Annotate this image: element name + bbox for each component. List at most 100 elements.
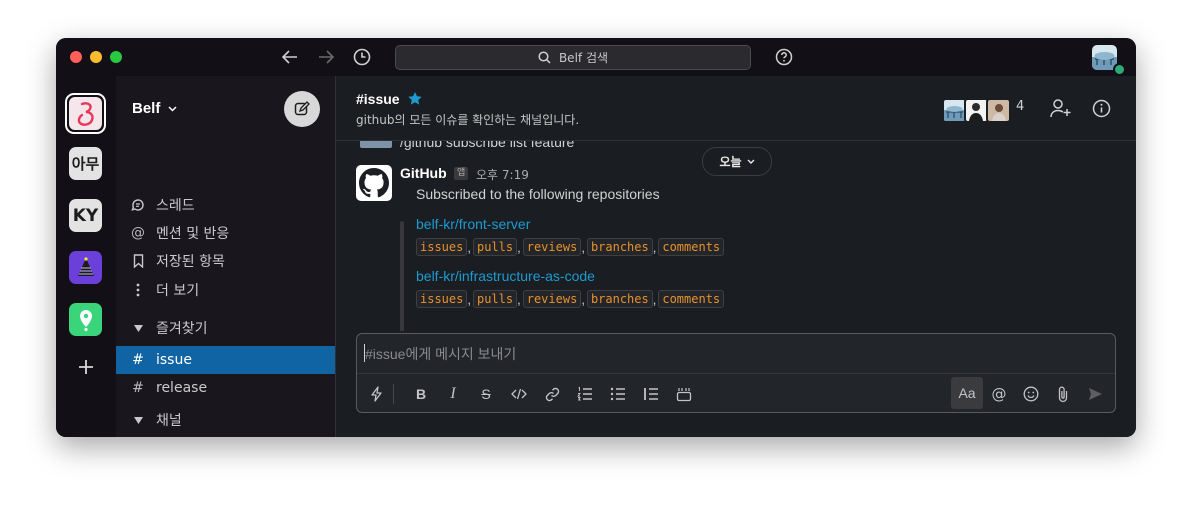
sidebar-channel-label: release xyxy=(156,380,208,396)
formatting-label: Aa xyxy=(958,385,976,401)
code-block-icon xyxy=(676,387,692,401)
workspace-map[interactable] xyxy=(69,303,102,336)
blockquote-icon xyxy=(644,388,658,400)
forward-button[interactable] xyxy=(315,46,337,68)
link-button[interactable] xyxy=(539,381,565,407)
add-workspace-button[interactable] xyxy=(74,355,98,379)
channels-section-header[interactable]: 채널 xyxy=(116,406,335,434)
workspace-amu[interactable]: 아무 xyxy=(69,147,102,180)
arrow-left-icon xyxy=(282,50,297,64)
workspace-name-button[interactable]: Belf xyxy=(132,100,177,117)
workspace-tree[interactable] xyxy=(69,251,102,284)
sidebar-item-threads[interactable]: 스레드 xyxy=(116,191,335,219)
help-button[interactable] xyxy=(773,46,795,68)
sidebar-item-mentions[interactable]: @ 멘션 및 반응 xyxy=(116,219,335,247)
workspace-ky-label: KY xyxy=(72,205,99,226)
sidebar-channel-label: issue xyxy=(156,352,192,368)
back-button[interactable] xyxy=(279,46,301,68)
formatting-toggle-button[interactable]: Aa xyxy=(951,377,983,409)
feature-tag: pulls xyxy=(472,290,518,308)
message-input[interactable]: #issue에게 메시지 보내기 xyxy=(365,344,516,364)
star-icon[interactable] xyxy=(408,92,423,105)
favorites-header-label: 즐겨찾기 xyxy=(156,321,208,337)
send-button[interactable] xyxy=(1082,381,1108,407)
chevron-down-icon xyxy=(747,159,755,164)
previous-message-avatar xyxy=(360,141,392,148)
favorites-section-header[interactable]: 즐겨찾기 xyxy=(116,314,335,342)
github-avatar[interactable] xyxy=(356,165,392,201)
bold-button[interactable]: B xyxy=(408,381,434,407)
message-timestamp[interactable]: 오후 7:19 xyxy=(476,166,529,183)
code-button[interactable] xyxy=(506,381,532,407)
hash-icon: # xyxy=(132,380,144,396)
at-icon: @ xyxy=(131,225,145,241)
strikethrough-button[interactable]: S xyxy=(473,381,499,407)
message-sender[interactable]: GitHub xyxy=(400,165,447,181)
sidebar-item-saved[interactable]: 저장된 항목 xyxy=(116,247,335,275)
compose-button[interactable] xyxy=(284,91,320,127)
arrow-right-icon xyxy=(319,50,334,64)
close-window-button[interactable] xyxy=(70,51,82,63)
bookmark-icon xyxy=(130,254,146,268)
message-list: /github subscribe list feature GitHub 앱 … xyxy=(336,141,1136,331)
date-divider-button[interactable]: 오늘 xyxy=(702,147,772,176)
search-bar[interactable]: Belf 검색 xyxy=(395,45,751,70)
add-member-button[interactable] xyxy=(1048,95,1074,121)
feature-tag: reviews xyxy=(522,238,582,256)
app-window: Belf 검색 아무 KY Belf 스레드 @ 멘션 및 반응 저장된 항목 … xyxy=(56,38,1136,437)
sidebar-channel-issue[interactable]: # issue xyxy=(116,346,335,374)
bulleted-list-button[interactable] xyxy=(605,381,631,407)
channel-view: #issue github의 모든 이슈를 확인하는 채널입니다. 4 /git… xyxy=(336,76,1136,437)
workspace-belf[interactable] xyxy=(65,93,106,134)
add-person-icon xyxy=(1050,99,1071,118)
feature-tag: comments xyxy=(658,290,725,308)
shortcuts-button[interactable] xyxy=(364,381,390,407)
compose-icon xyxy=(294,101,310,116)
repo-link[interactable]: belf-kr/infrastructure-as-code xyxy=(416,268,595,284)
sidebar-item-label: 저장된 항목 xyxy=(156,254,225,270)
feature-tag: branches xyxy=(586,290,653,308)
minimize-window-button[interactable] xyxy=(90,51,102,63)
search-icon xyxy=(538,51,551,64)
help-icon xyxy=(775,48,793,66)
workspace-name: Belf xyxy=(132,100,161,117)
info-icon xyxy=(1092,99,1110,117)
previous-message-text: /github subscribe list feature xyxy=(400,141,575,150)
repo-features: issues, pulls, reviews, branches, commen… xyxy=(416,238,725,256)
history-button[interactable] xyxy=(351,46,373,68)
channel-name: #issue xyxy=(356,91,400,107)
emoji-button[interactable] xyxy=(1018,381,1044,407)
message-composer[interactable]: #issue에게 메시지 보내기 B I S Aa @ xyxy=(356,333,1116,413)
maximize-window-button[interactable] xyxy=(110,51,122,63)
feature-tag: pulls xyxy=(472,238,518,256)
blockquote-button[interactable] xyxy=(638,381,664,407)
sidebar-item-more[interactable]: 더 보기 xyxy=(116,276,335,304)
channel-name-button[interactable]: #issue xyxy=(356,91,423,107)
caret-down-icon xyxy=(130,416,146,424)
sidebar: Belf 스레드 @ 멘션 및 반응 저장된 항목 더 보기 즐겨찾기 # is… xyxy=(116,76,336,437)
belf-logo-icon xyxy=(77,101,94,126)
workspace-rail: 아무 KY xyxy=(56,76,117,437)
mention-button[interactable]: @ xyxy=(986,381,1012,407)
sidebar-item-label: 더 보기 xyxy=(156,283,200,299)
emoji-icon xyxy=(1023,386,1039,402)
code-block-button[interactable] xyxy=(671,381,697,407)
toolbar-divider xyxy=(393,384,394,404)
channel-header: #issue github의 모든 이슈를 확인하는 채널입니다. 4 xyxy=(336,76,1136,141)
send-icon xyxy=(1088,388,1102,400)
member-count[interactable]: 4 xyxy=(1016,99,1024,114)
channel-topic: github의 모든 이슈를 확인하는 채널입니다. xyxy=(356,113,580,127)
italic-icon: I xyxy=(450,385,456,402)
workspace-ky[interactable]: KY xyxy=(69,199,102,232)
repo-link[interactable]: belf-kr/front-server xyxy=(416,216,530,232)
attach-file-button[interactable] xyxy=(1050,381,1076,407)
paperclip-icon xyxy=(1058,386,1068,402)
italic-button[interactable]: I xyxy=(440,381,466,407)
channel-details-button[interactable] xyxy=(1088,95,1114,121)
sidebar-channel-release[interactable]: # release xyxy=(116,374,335,402)
workspace-amu-label: 아무 xyxy=(71,155,100,173)
channels-header-label: 채널 xyxy=(156,413,182,429)
search-placeholder: Belf 검색 xyxy=(558,51,609,65)
ordered-list-button[interactable] xyxy=(572,381,598,407)
feature-tag: branches xyxy=(586,238,653,256)
